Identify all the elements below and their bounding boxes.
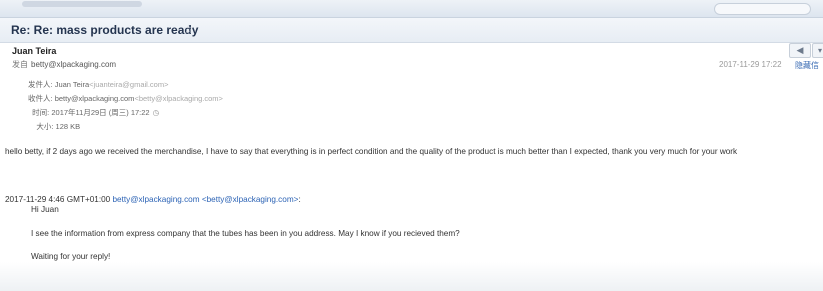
star-icon[interactable]: ☆ — [183, 22, 194, 36]
email-details: 发件人: Juan Teira<juanteira@gmail.com> 收件人… — [28, 78, 223, 134]
subject-bar: Re: Re: mass products are ready ☆ — [0, 18, 823, 43]
from-name: Juan Teira — [54, 80, 90, 89]
quote-header: 2017-11-29 4:46 GMT+01:00 betty@xlpackag… — [5, 195, 301, 204]
email-date: 2017-11-29 17:22 — [719, 60, 782, 69]
quoted-line: Hi Juan — [31, 205, 59, 214]
quote-sender-link[interactable]: betty@xlpackaging.com — [113, 195, 200, 204]
email-subject: Re: Re: mass products are ready — [11, 23, 199, 37]
sender-name: Juan Teira — [12, 46, 57, 56]
hide-details-link[interactable]: 隐藏信 — [795, 60, 819, 71]
reply-arrow-icon[interactable]: ◀ — [789, 43, 811, 58]
from-label: 发件人: — [28, 80, 53, 89]
time-value: 2017年11月29日 (周三) 17:22 — [51, 108, 150, 117]
size-value: 128 KB — [55, 122, 81, 131]
clock-icon: ◷ — [152, 108, 160, 117]
email-body: hello betty, if 2 days ago we received t… — [5, 147, 738, 156]
to-label: 收件人: — [28, 94, 53, 103]
top-toolbar — [0, 0, 823, 18]
toolbar-blurred-text — [22, 1, 142, 7]
detail-to: 收件人: betty@xlpackaging.com<betty@xlpacka… — [28, 92, 223, 106]
quoted-line: Waiting for your reply! — [31, 252, 111, 261]
quote-date: 2017-11-29 4:46 GMT+01:00 — [5, 195, 111, 204]
detail-time: 时间: 2017年11月29日 (周三) 17:22 ◷ — [28, 106, 223, 120]
quote-sender-address[interactable]: <betty@xlpackaging.com> — [202, 195, 299, 204]
sender-account-line: 发自 betty@xlpackaging.com — [12, 59, 116, 70]
chevron-down-icon[interactable]: ▾ — [812, 43, 823, 58]
toolbar-search-field[interactable] — [714, 3, 811, 15]
sender-label: 发自 — [12, 60, 28, 69]
detail-from: 发件人: Juan Teira<juanteira@gmail.com> — [28, 78, 223, 92]
sender-account: betty@xlpackaging.com — [31, 60, 117, 69]
time-label: 时间: — [32, 108, 50, 117]
detail-size: 大小: 128 KB — [28, 120, 223, 134]
bottom-fade — [0, 262, 823, 291]
to-address: <betty@xlpackaging.com> — [134, 94, 223, 103]
to-name: betty@xlpackaging.com — [54, 94, 135, 103]
from-address: <juanteira@gmail.com> — [89, 80, 169, 89]
size-label: 大小: — [36, 122, 54, 131]
quote-colon: : — [298, 195, 301, 204]
quoted-line: I see the information from express compa… — [31, 229, 460, 238]
